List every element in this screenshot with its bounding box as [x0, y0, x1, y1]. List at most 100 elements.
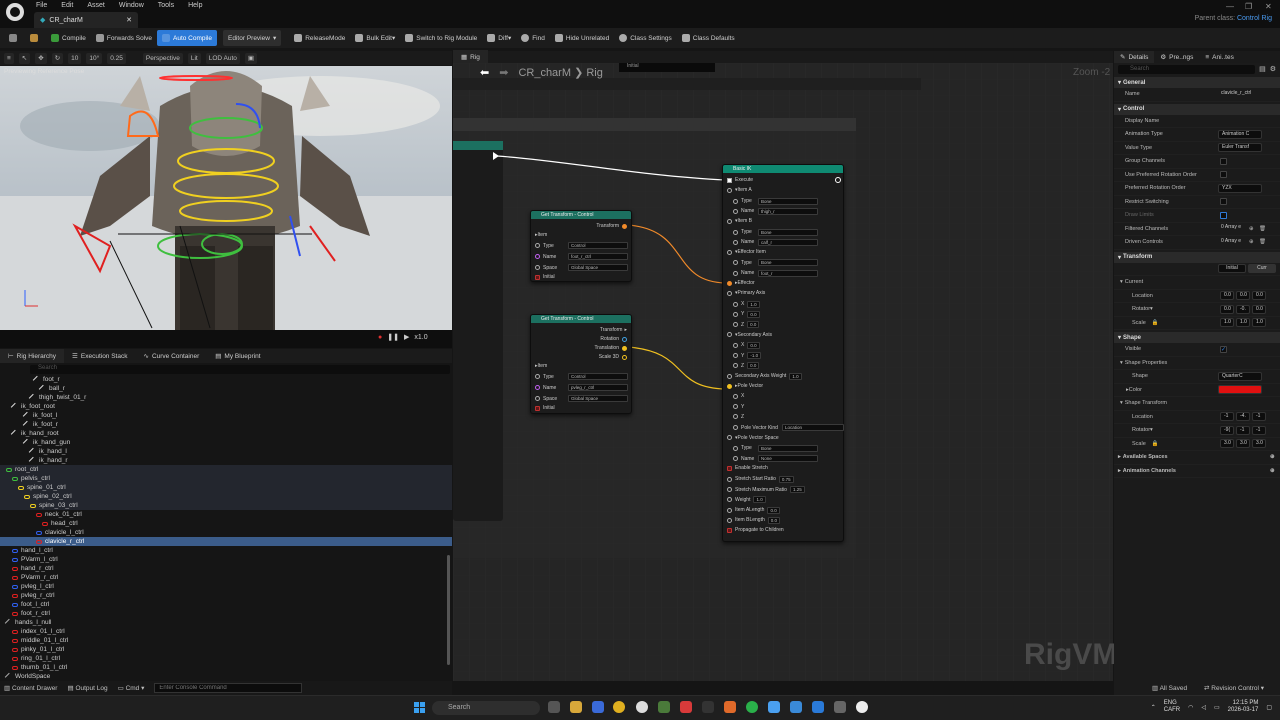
steam-icon[interactable] [636, 701, 648, 713]
shape-properties-subsection[interactable]: ▾ Shape Properties [1114, 357, 1280, 370]
pin-value-field[interactable]: calf_r [758, 238, 818, 246]
tree-row[interactable]: pvleg_l_ctrl [0, 582, 452, 591]
search-input[interactable]: Search [1118, 64, 1256, 74]
tree-row[interactable]: clavicle_r_ctrl [0, 537, 452, 546]
pin-socket[interactable] [733, 425, 738, 431]
delete-icon[interactable]: 🗑 [1259, 226, 1266, 232]
shape-location-z[interactable]: -1 [1252, 412, 1266, 422]
pin-value-field[interactable]: None [758, 455, 818, 463]
clock[interactable]: 12:15 PM 2026-03-17 [1228, 700, 1259, 714]
menu-tools[interactable]: Tools [158, 2, 174, 9]
vscode-icon[interactable] [812, 701, 824, 713]
name-value[interactable]: clavicle_r_ctrl [1218, 90, 1273, 99]
save-icon[interactable] [4, 30, 25, 46]
viewport-menu-icon[interactable]: ≡ [4, 52, 14, 64]
scale-z[interactable]: 1.0 [1252, 318, 1266, 328]
spotify-icon[interactable] [746, 701, 758, 713]
pin-socket[interactable] [733, 404, 738, 410]
menu-help[interactable]: Help [188, 2, 202, 9]
shape-dropdown[interactable]: QuarterC [1218, 371, 1262, 381]
taskbar-search[interactable]: Search [432, 701, 540, 715]
tab-my-blueprint[interactable]: ▤ My Blueprint [207, 349, 268, 363]
file-explorer-icon[interactable] [570, 701, 582, 713]
console-input[interactable] [154, 683, 303, 693]
lit-dropdown[interactable]: Lit [187, 52, 201, 64]
current-toggle[interactable]: Curr [1248, 264, 1276, 274]
add-icon[interactable]: ⊕ [1270, 468, 1275, 474]
add-icon[interactable]: ⊕ [1249, 239, 1254, 245]
parent-class-link[interactable]: Control Rig [1237, 15, 1272, 22]
pin-value-field[interactable]: 1.0 [747, 300, 760, 308]
viewport-settings-icon[interactable]: ▣ [244, 52, 258, 64]
shape-rotation-z[interactable]: -1 [1252, 425, 1266, 435]
start-icon[interactable] [414, 702, 425, 713]
pin-socket[interactable] [727, 280, 732, 286]
pin-socket[interactable] [727, 465, 732, 471]
pin-socket[interactable] [733, 342, 738, 348]
minimize-icon[interactable]: — [1226, 2, 1234, 11]
rotation-output-pin[interactable]: Rotation [600, 336, 627, 342]
volume-icon[interactable]: ◁ [1201, 704, 1206, 711]
chrome-icon[interactable] [613, 701, 625, 713]
pin-socket[interactable] [727, 527, 732, 533]
pin-socket[interactable] [727, 218, 732, 224]
tab-details[interactable]: ✎ Details [1114, 51, 1155, 63]
tree-row[interactable]: pelvis_ctrl [0, 474, 452, 483]
preferred-rotation-dropdown[interactable]: YZX [1218, 183, 1262, 193]
tree-row[interactable]: spine_02_ctrl [0, 492, 452, 501]
available-spaces-row[interactable]: ▸ Available Spaces ⊕ [1114, 451, 1280, 465]
tree-row[interactable]: ring_01_l_ctrl [0, 654, 452, 663]
select-tool-icon[interactable]: ↖ [18, 52, 31, 64]
value-type-dropdown[interactable]: Euler Transf [1218, 143, 1262, 153]
app-icon[interactable] [592, 701, 604, 713]
pin-socket[interactable] [733, 363, 738, 369]
shape-scale-z[interactable]: 3.0 [1252, 439, 1266, 449]
document-tab[interactable]: ◆ CR_charM ✕ [34, 12, 138, 28]
section-control[interactable]: ▾ Control [1114, 103, 1280, 115]
menu-window[interactable]: Window [119, 2, 144, 9]
tree-row[interactable]: spine_01_ctrl [0, 483, 452, 492]
breadcrumb-child[interactable]: Rig [586, 67, 603, 79]
pin-value-field[interactable]: Bone [758, 228, 818, 236]
pin-value-field[interactable]: 0.0 [767, 506, 780, 514]
app-icon[interactable] [768, 701, 780, 713]
tree-row[interactable]: foot_r [0, 375, 452, 384]
pin-socket[interactable] [733, 229, 738, 235]
restrict-switching-checkbox[interactable] [1220, 198, 1227, 206]
current-subsection[interactable]: ▾ Current [1114, 276, 1280, 290]
release-mode-button[interactable]: ReleaseMode [289, 30, 350, 46]
scale-snap-value[interactable]: 0.25 [107, 52, 126, 64]
compile-button[interactable]: Compile [46, 30, 91, 46]
playback-speed[interactable]: x1.0 [414, 334, 427, 341]
shape-scale-y[interactable]: 3.0 [1236, 439, 1250, 449]
location-z[interactable]: 0.0 [1252, 291, 1266, 301]
rotation-snap-value[interactable]: 10° [86, 52, 103, 64]
app-icon[interactable] [658, 701, 670, 713]
pin-value-field[interactable]: 0.0 [747, 341, 760, 349]
tray-expand-icon[interactable]: ⌃ [1151, 704, 1156, 711]
node-header[interactable]: Get Transform - Control [531, 211, 631, 219]
pin-socket[interactable] [727, 249, 732, 255]
pin-value-field[interactable]: Bone [758, 259, 818, 267]
get-transform-node-2[interactable]: Get Transform - Control Transform ▸ Rotat… [530, 314, 632, 414]
pin-socket[interactable] [733, 322, 738, 328]
app-icon[interactable] [790, 701, 802, 713]
transform-output-pin[interactable]: Transform [596, 223, 627, 229]
tab-execution-stack[interactable]: ☰ Execution Stack [64, 349, 135, 363]
pause-icon[interactable]: ❚❚ [387, 333, 399, 341]
menu-edit[interactable]: Edit [61, 2, 73, 9]
output-log-button[interactable]: ▤ Output Log [67, 684, 107, 692]
pin-socket[interactable] [727, 517, 732, 523]
pin-socket[interactable] [727, 507, 732, 513]
tree-row[interactable]: ik_foot_root [0, 402, 452, 411]
rotator-dropdown[interactable]: Rotator [1132, 306, 1150, 312]
lock-icon[interactable]: 🔒 [1152, 441, 1159, 447]
class-defaults-button[interactable]: Class Defaults [677, 30, 740, 46]
bulk-edit-button[interactable]: Bulk Edit ▾ [350, 30, 400, 46]
tree-row[interactable]: clavicle_l_ctrl [0, 528, 452, 537]
pin-socket[interactable] [733, 239, 738, 245]
pin-value-field[interactable]: 1.25 [789, 486, 805, 493]
pin-value-field[interactable]: 1.0 [789, 372, 802, 380]
exec-output-pin[interactable] [835, 177, 841, 183]
tree-row[interactable]: ik_hand_gun [0, 438, 452, 447]
